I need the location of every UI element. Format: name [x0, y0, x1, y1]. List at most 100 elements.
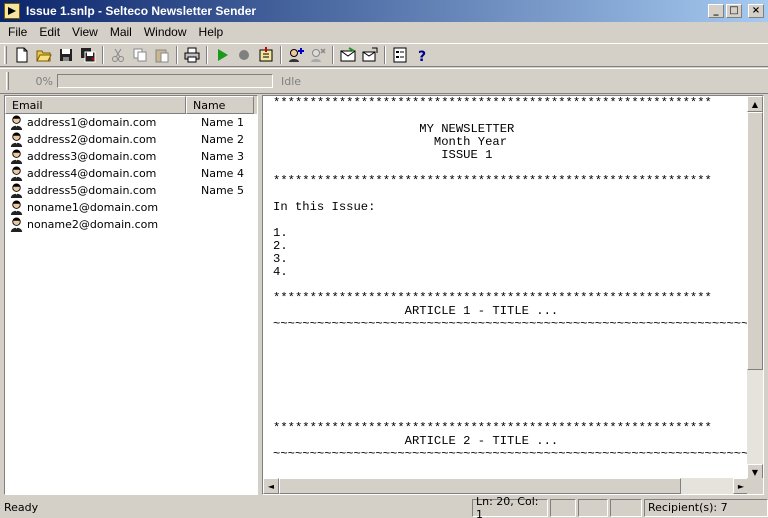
- newsletter-editor[interactable]: ****************************************…: [262, 95, 764, 495]
- column-name[interactable]: Name: [186, 96, 254, 114]
- recipient-email: address5@domain.com: [27, 184, 157, 197]
- horizontal-scroll-thumb[interactable]: [279, 478, 681, 494]
- paste-icon[interactable]: [151, 44, 173, 66]
- maximize-button[interactable]: □: [726, 4, 742, 18]
- recipient-email: noname2@domain.com: [27, 218, 159, 231]
- list-body: address1@domain.com Name 1 address2@domain…: [5, 114, 257, 233]
- vertical-scroll-thumb[interactable]: [747, 112, 763, 370]
- scroll-left-button[interactable]: ◄: [263, 478, 279, 494]
- window-title: Issue 1.snlp - Selteco Newsletter Sender: [26, 4, 257, 18]
- person-icon: [8, 217, 24, 233]
- scroll-corner: [747, 478, 763, 494]
- save-all-icon[interactable]: [77, 44, 99, 66]
- recipient-email: address2@domain.com: [27, 133, 157, 146]
- properties-icon[interactable]: [389, 44, 411, 66]
- list-item[interactable]: address5@domain.com Name 5: [5, 182, 257, 199]
- cut-icon[interactable]: [107, 44, 129, 66]
- editor-line: ISSUE 1: [273, 148, 493, 162]
- recipient-email: address1@domain.com: [27, 116, 157, 129]
- new-file-icon[interactable]: [11, 44, 33, 66]
- status-ready: Ready: [4, 501, 39, 514]
- recipient-name: Name 2: [201, 133, 244, 146]
- close-button[interactable]: ×: [748, 4, 764, 18]
- list-item[interactable]: address4@domain.com Name 4: [5, 165, 257, 182]
- toolbar-separator: [176, 46, 178, 64]
- progress-row: 0% Idle: [0, 68, 768, 94]
- menu-file[interactable]: File: [2, 25, 33, 39]
- mail-settings-icon[interactable]: [359, 44, 381, 66]
- add-recipient-icon[interactable]: [285, 44, 307, 66]
- list-item[interactable]: address2@domain.com Name 2: [5, 131, 257, 148]
- list-item[interactable]: address1@domain.com Name 1: [5, 114, 257, 131]
- column-email[interactable]: Email: [5, 96, 186, 114]
- print-icon[interactable]: [181, 44, 203, 66]
- menu-view[interactable]: View: [66, 25, 104, 39]
- menu-edit[interactable]: Edit: [33, 25, 66, 39]
- editor-line: ~~~~~~~~~~~~~~~~~~~~~~~~~~~~~~~~~~~~~~~~…: [273, 447, 747, 461]
- recipient-email: address4@domain.com: [27, 167, 157, 180]
- status-cell-empty: [578, 498, 608, 517]
- menu-help[interactable]: Help: [193, 25, 230, 39]
- toolbar-separator: [102, 46, 104, 64]
- menu-mail[interactable]: Mail: [104, 25, 138, 39]
- stop-icon[interactable]: [233, 44, 255, 66]
- editor-line: 1.: [273, 226, 288, 240]
- list-item[interactable]: noname1@domain.com: [5, 199, 257, 216]
- open-folder-icon[interactable]: [33, 44, 55, 66]
- status-cell-empty: [550, 498, 576, 517]
- person-icon: [8, 132, 24, 148]
- person-icon: [8, 183, 24, 199]
- list-item[interactable]: noname2@domain.com: [5, 216, 257, 233]
- editor-line: 4.: [273, 265, 288, 279]
- toolbar-separator: [384, 46, 386, 64]
- list-header: Email Name: [5, 96, 257, 114]
- horizontal-scrollbar[interactable]: ◄ ►: [263, 478, 749, 494]
- editor-text[interactable]: ****************************************…: [273, 97, 747, 477]
- progress-percent: 0%: [35, 74, 53, 88]
- copy-icon[interactable]: [129, 44, 151, 66]
- send-mail-icon[interactable]: [337, 44, 359, 66]
- scroll-up-button[interactable]: ▲: [747, 96, 763, 112]
- play-icon[interactable]: [211, 44, 233, 66]
- editor-line: In this Issue:: [273, 200, 376, 214]
- recipient-list[interactable]: Email Name address1@domain.com Name 1 addr…: [4, 95, 258, 495]
- status-position: Ln: 20, Col: 1: [472, 495, 548, 518]
- editor-line: ~~~~~~~~~~~~~~~~~~~~~~~~~~~~~~~~~~~~~~~~…: [273, 317, 747, 331]
- menu-bar: File Edit View Mail Window Help: [0, 22, 768, 42]
- app-icon: [4, 3, 20, 19]
- list-item[interactable]: address3@domain.com Name 3: [5, 148, 257, 165]
- svg-text:?: ?: [418, 49, 426, 63]
- person-icon: [8, 166, 24, 182]
- editor-line: 2.: [273, 239, 288, 253]
- recipient-name: Name 3: [201, 150, 244, 163]
- import-icon[interactable]: [255, 44, 277, 66]
- toolbar-grip[interactable]: [4, 46, 7, 64]
- remove-recipient-icon[interactable]: [307, 44, 329, 66]
- toolbar-separator: [280, 46, 282, 64]
- window-controls: _ □ ×: [708, 4, 764, 18]
- progress-status: Idle: [281, 74, 302, 88]
- person-icon: [8, 115, 24, 131]
- editor-line: ****************************************…: [273, 97, 712, 110]
- progress-bar: [57, 74, 273, 88]
- person-icon: [8, 200, 24, 216]
- vertical-scrollbar[interactable]: ▲ ▼: [747, 96, 763, 480]
- help-icon[interactable]: ?: [411, 44, 433, 66]
- editor-line: 3.: [273, 252, 288, 266]
- minimize-button[interactable]: _: [708, 4, 724, 18]
- save-icon[interactable]: [55, 44, 77, 66]
- status-bar: Ready Ln: 20, Col: 1 Recipient(s): 7: [0, 495, 768, 518]
- toolbar-separator: [206, 46, 208, 64]
- menu-window[interactable]: Window: [138, 25, 193, 39]
- toolbar: ?: [0, 43, 768, 67]
- status-cell-empty: [610, 498, 642, 517]
- recipient-name: Name 5: [201, 184, 244, 197]
- status-recipients: Recipient(s): 7: [644, 498, 768, 517]
- title-bar: Issue 1.snlp - Selteco Newsletter Sender…: [0, 0, 768, 22]
